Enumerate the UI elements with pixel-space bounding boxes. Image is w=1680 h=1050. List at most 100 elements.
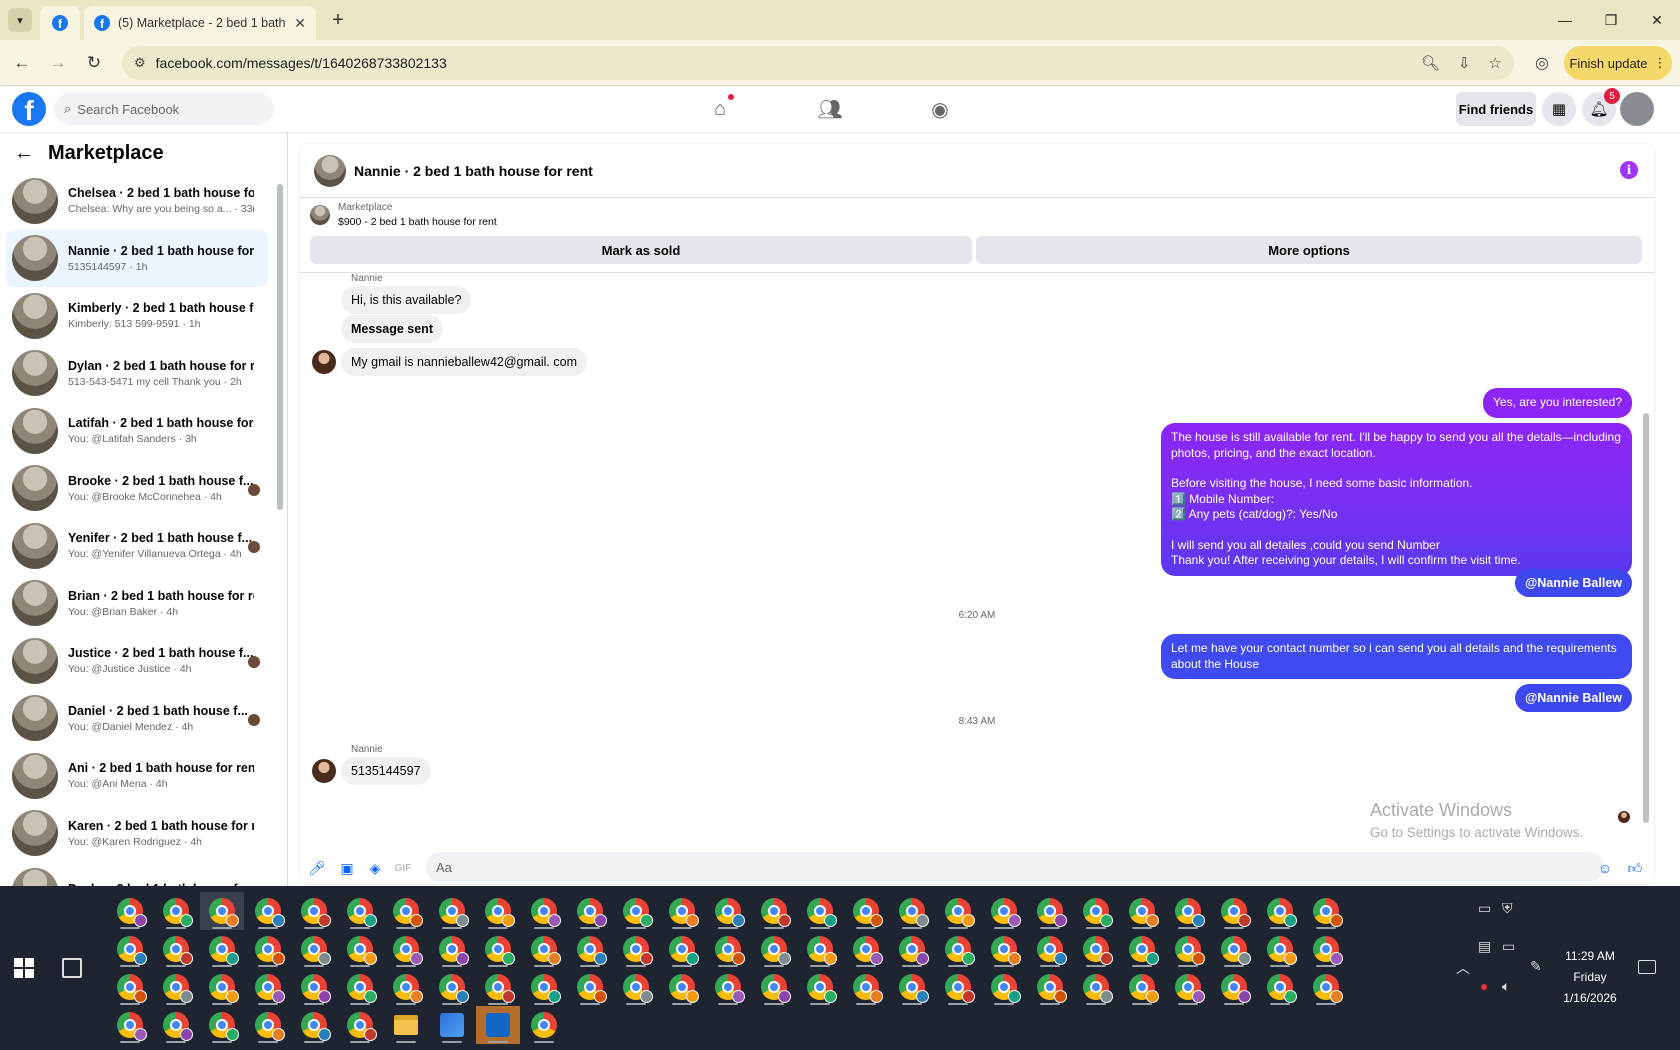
taskbar-chrome-window[interactable]: [936, 930, 980, 968]
battery-warning-icon[interactable]: ●: [1480, 978, 1488, 994]
taskbar-chrome-window[interactable]: [1166, 930, 1210, 968]
network-app-icon[interactable]: ▤: [1478, 938, 1491, 955]
taskbar-chrome-window[interactable]: [890, 892, 934, 930]
taskbar-chrome-window[interactable]: [292, 892, 336, 930]
taskbar-chrome-window[interactable]: [752, 968, 796, 1006]
like-thumb-icon[interactable]: 👍︎: [1626, 859, 1644, 877]
emoji-icon[interactable]: ☺: [1596, 859, 1614, 877]
taskbar-chrome-window[interactable]: [660, 930, 704, 968]
taskbar-chrome-window[interactable]: [246, 968, 290, 1006]
facebook-search-box[interactable]: ⌕ Search Facebook: [54, 93, 274, 125]
taskbar-chrome-window[interactable]: [246, 930, 290, 968]
taskbar-chrome-window[interactable]: [1074, 892, 1118, 930]
taskbar-chrome-window[interactable]: [1028, 968, 1072, 1006]
zoom-icon[interactable]: 🔍︎: [1421, 54, 1440, 72]
taskbar-chrome-window[interactable]: [476, 930, 520, 968]
taskbar-chrome-window[interactable]: [338, 930, 382, 968]
taskbar-chrome-window[interactable]: [660, 892, 704, 930]
taskbar-chrome-window[interactable]: [844, 930, 888, 968]
sender-avatar[interactable]: [312, 350, 336, 374]
taskbar-chrome-window[interactable]: [706, 968, 750, 1006]
back-button[interactable]: ←: [10, 51, 34, 75]
taskbar-chrome-window[interactable]: [430, 930, 474, 968]
taskbar-chrome-window[interactable]: [844, 892, 888, 930]
conversation-item[interactable]: Brian · 2 bed 1 bath house for re... You:…: [6, 575, 268, 633]
taskbar-chrome-window[interactable]: [292, 930, 336, 968]
taskbar-chrome-window[interactable]: [936, 968, 980, 1006]
taskbar-chrome-window[interactable]: [108, 1006, 152, 1044]
browser-profile-icon[interactable]: ◎: [1530, 51, 1554, 75]
message-input[interactable]: [426, 852, 1604, 882]
taskbar-chrome-window[interactable]: [936, 892, 980, 930]
taskbar-chrome-window[interactable]: [1120, 892, 1164, 930]
taskbar-chrome-window[interactable]: [1166, 968, 1210, 1006]
sidebar-scrollbar[interactable]: [276, 176, 284, 876]
close-tab-icon[interactable]: ✕: [294, 15, 306, 32]
site-info-icon[interactable]: ⚙: [134, 55, 146, 71]
taskbar-chrome-window[interactable]: [1258, 930, 1302, 968]
meet-now-icon[interactable]: ▭: [1478, 900, 1491, 917]
taskbar-chrome-window[interactable]: [476, 968, 520, 1006]
taskbar-chrome-window[interactable]: [1166, 892, 1210, 930]
taskbar-chrome-window[interactable]: [154, 1006, 198, 1044]
conversation-item[interactable]: Daniel · 2 bed 1 bath house f... You: @Da…: [6, 690, 268, 748]
sidebar-scrollbar-thumb[interactable]: [277, 184, 283, 510]
conversation-item[interactable]: Justice · 2 bed 1 bath house f... You: @J…: [6, 632, 268, 690]
new-tab-button[interactable]: +: [326, 8, 350, 32]
conversation-item[interactable]: Ani · 2 bed 1 bath house for rent You: @A…: [6, 747, 268, 805]
display-icon[interactable]: ▭: [1502, 938, 1515, 955]
mention-bubble[interactable]: @Nannie Ballew: [1515, 684, 1632, 712]
taskbar-chrome-window[interactable]: [338, 892, 382, 930]
conversation-item[interactable]: Brooke · 2 bed 1 bath house f... You: @Br…: [6, 460, 268, 518]
taskbar-chrome-window[interactable]: [1304, 892, 1348, 930]
taskbar-chrome-window[interactable]: [798, 892, 842, 930]
taskbar-chrome-window[interactable]: [1074, 930, 1118, 968]
taskbar-chrome-window[interactable]: [568, 968, 612, 1006]
taskbar-file-explorer[interactable]: [384, 1006, 428, 1044]
minimize-button[interactable]: —: [1542, 0, 1588, 40]
taskbar-chrome-window[interactable]: [844, 968, 888, 1006]
taskbar-chrome-window[interactable]: [982, 892, 1026, 930]
conversation-item[interactable]: Dylan · 2 bed 1 bath house for r... 513-5…: [6, 345, 268, 403]
conversation-item[interactable]: Chelsea · 2 bed 1 bath house for... Chels…: [6, 172, 268, 230]
security-shield-icon[interactable]: ⛨: [1502, 900, 1513, 917]
taskbar-chrome-window[interactable]: [1028, 892, 1072, 930]
notifications-bell-icon[interactable]: 🔔︎ 5: [1582, 88, 1620, 126]
taskbar-chrome-window[interactable]: [154, 930, 198, 968]
gif-icon[interactable]: GIF: [394, 859, 412, 877]
listing-thumbnail[interactable]: [314, 154, 346, 187]
taskbar-chrome-window[interactable]: [1120, 968, 1164, 1006]
taskbar-chrome-window[interactable]: [384, 968, 428, 1006]
volume-icon[interactable]: 🔈︎: [1502, 978, 1510, 995]
taskbar-chrome-window[interactable]: [706, 930, 750, 968]
taskbar-chrome-window[interactable]: [108, 930, 152, 968]
conversation-item[interactable]: Yenifer · 2 bed 1 bath house f... You: @Y…: [6, 517, 268, 575]
listing-summary[interactable]: Marketplace $900 - 2 bed 1 bath house fo…: [310, 202, 497, 228]
taskbar-chrome-window[interactable]: [1120, 930, 1164, 968]
taskbar-chrome-window[interactable]: [890, 968, 934, 1006]
conversation-item[interactable]: Kimberly · 2 bed 1 bath house f... Kimber…: [6, 287, 268, 345]
chat-scrollbar[interactable]: [1642, 273, 1650, 853]
taskbar-chrome-window[interactable]: [338, 968, 382, 1006]
taskbar-chrome-window[interactable]: [154, 968, 198, 1006]
taskbar-chrome-window[interactable]: [1304, 930, 1348, 968]
reload-button[interactable]: ↻: [82, 51, 106, 75]
home-icon[interactable]: ⌂: [700, 93, 740, 121]
taskbar-chrome-window[interactable]: [522, 930, 566, 968]
forward-button[interactable]: →: [46, 51, 70, 75]
conversation-item[interactable]: Latifah · 2 bed 1 bath house for ... You:…: [6, 402, 268, 460]
taskbar-chrome-window[interactable]: [1028, 930, 1072, 968]
taskbar-chrome-window[interactable]: [614, 930, 658, 968]
taskbar-chrome-window[interactable]: [292, 1006, 336, 1044]
taskbar-chrome-window[interactable]: [614, 968, 658, 1006]
photo-icon[interactable]: ▣: [338, 859, 356, 877]
taskbar-chrome-window[interactable]: [660, 968, 704, 1006]
taskbar-chrome-window[interactable]: [200, 930, 244, 968]
taskbar-chrome-window[interactable]: [292, 968, 336, 1006]
taskbar-chrome-window[interactable]: [982, 968, 1026, 1006]
taskbar-chrome-window[interactable]: [522, 892, 566, 930]
taskbar-chrome-window[interactable]: [200, 968, 244, 1006]
taskbar-chrome-window[interactable]: [430, 892, 474, 930]
taskbar-chrome-window[interactable]: [798, 968, 842, 1006]
taskbar-chrome-window[interactable]: [1212, 892, 1256, 930]
